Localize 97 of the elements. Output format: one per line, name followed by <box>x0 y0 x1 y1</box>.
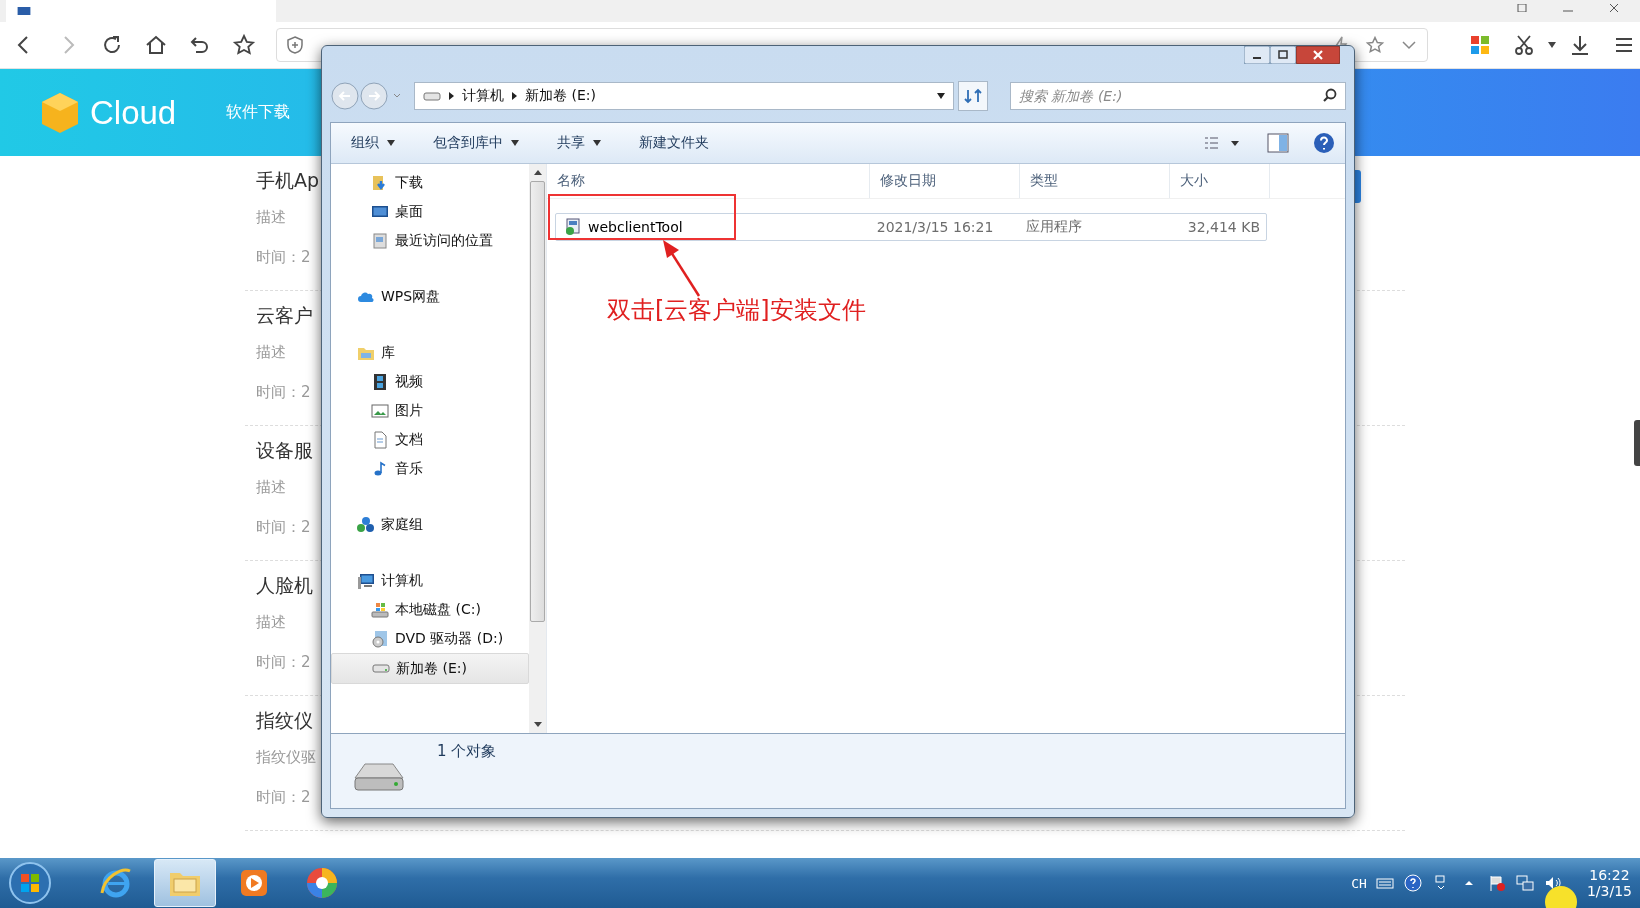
nav-item[interactable]: 库 <box>331 338 529 367</box>
help-icon[interactable] <box>1313 132 1335 154</box>
maximize-button[interactable] <box>1270 46 1296 64</box>
nav-item[interactable]: 下载 <box>331 168 529 197</box>
nav-item[interactable]: 计算机 <box>331 566 529 595</box>
close-icon[interactable] <box>1608 4 1620 12</box>
caret-icon <box>387 140 395 146</box>
logo-icon <box>40 90 80 135</box>
scroll-up-icon[interactable] <box>533 170 542 175</box>
column-header[interactable]: 大小 <box>1170 164 1270 198</box>
file-date: 2021/3/15 16:21 <box>875 219 995 235</box>
site-logo-text: Cloud <box>90 93 177 132</box>
nav-item[interactable]: 新加卷 (E:) <box>331 653 529 684</box>
column-header[interactable]: 类型 <box>1020 164 1170 198</box>
film-icon <box>371 372 389 391</box>
item-description: 指纹仪驱 <box>256 748 316 768</box>
system-drive-icon <box>371 600 389 619</box>
nav-item[interactable]: WPS网盘 <box>331 282 529 311</box>
picture-icon <box>371 401 389 420</box>
item-description: 描述 <box>256 208 286 228</box>
item-title: 指纹仪 <box>256 708 313 733</box>
item-title: 设备服 <box>256 438 313 463</box>
item-description: 描述 <box>256 613 286 633</box>
nav-item[interactable]: 本地磁盘 (C:) <box>331 595 529 624</box>
file-row[interactable]: webclientTool 2021/3/15 16:21 应用程序 32,414 KB <box>555 213 1267 241</box>
nav-item[interactable]: 桌面 <box>331 197 529 226</box>
annotation-text: 双击[云客户端]安装文件 <box>607 295 866 326</box>
homegroup-icon <box>357 515 375 534</box>
item-time: 时间：2 <box>256 518 311 537</box>
item-time: 时间：2 <box>256 248 311 267</box>
home-icon[interactable] <box>144 33 168 57</box>
breadcrumb-item[interactable]: 新加卷 (E:) <box>525 87 596 105</box>
network-icon[interactable] <box>1514 873 1535 893</box>
clock-time: 16:22 <box>1589 867 1630 883</box>
item-time: 时间：2 <box>256 788 311 807</box>
toolbar-button[interactable]: 新建文件夹 <box>629 130 719 156</box>
star-icon[interactable] <box>1365 35 1385 55</box>
scroll-handle[interactable] <box>1634 420 1640 466</box>
search-field[interactable]: 搜索 新加卷 (E:) <box>1010 82 1346 110</box>
file-size: 32,414 KB <box>1186 219 1261 235</box>
dropdown-arrow-icon[interactable] <box>937 93 945 99</box>
column-header[interactable]: 修改日期 <box>870 164 1020 198</box>
item-description: 描述 <box>256 478 286 498</box>
apps-grid-icon[interactable] <box>1468 33 1492 57</box>
help-icon[interactable] <box>1402 873 1423 893</box>
clock-date: 1/3/15 <box>1586 883 1632 899</box>
minimize-button[interactable] <box>1244 46 1270 64</box>
nav-item[interactable]: 文档 <box>331 425 529 454</box>
caret-icon <box>511 140 519 146</box>
restore-icon[interactable] <box>1516 4 1528 12</box>
nav-item[interactable]: 最近访问的位置 <box>331 226 529 255</box>
application-icon <box>564 218 582 236</box>
status-text: 1 个对象 <box>437 742 497 761</box>
column-header[interactable]: 名称 <box>547 164 870 198</box>
close-button[interactable] <box>1296 46 1340 64</box>
file-name: webclientTool <box>588 219 683 235</box>
page-icon <box>16 7 32 15</box>
breadcrumb-arrow-icon <box>512 92 517 100</box>
nav-item[interactable]: 视频 <box>331 367 529 396</box>
nav-item[interactable]: 图片 <box>331 396 529 425</box>
search-icon <box>1322 88 1338 104</box>
caret-icon <box>593 140 601 146</box>
item-title: 手机Ap <box>256 168 320 193</box>
item-description: 描述 <box>256 343 286 363</box>
nav-item[interactable]: 家庭组 <box>331 510 529 539</box>
shield-icon <box>285 35 305 55</box>
preview-pane-icon[interactable] <box>1267 132 1289 154</box>
star-icon[interactable] <box>232 33 256 57</box>
item-time: 时间：2 <box>256 383 311 402</box>
drive-icon <box>423 91 441 101</box>
toolbar-button[interactable]: 包含到库中 <box>423 130 529 156</box>
clock[interactable]: 16:22 1/3/15 <box>1570 867 1640 899</box>
address-field[interactable]: 计算机 新加卷 (E:) <box>414 82 954 110</box>
item-title: 人脸机 <box>256 573 313 598</box>
scroll-down-icon[interactable] <box>533 722 542 727</box>
document-icon <box>371 430 389 449</box>
breadcrumb-arrow-icon <box>449 92 454 100</box>
colorful-browser-icon <box>304 865 340 901</box>
scissors-icon[interactable] <box>1512 33 1536 57</box>
nav-item[interactable]: 音乐 <box>331 454 529 483</box>
caret-icon[interactable] <box>1548 42 1556 48</box>
start-orb-icon[interactable] <box>8 861 52 905</box>
file-type: 应用程序 <box>1024 218 1083 236</box>
dvd-drive-icon <box>371 629 389 648</box>
nav-item[interactable]: DVD 驱动器 (D:) <box>331 624 529 653</box>
language-indicator[interactable]: CH <box>1351 875 1367 891</box>
drive-icon <box>372 664 390 673</box>
computer-icon <box>357 571 375 590</box>
item-time: 时间：2 <box>256 653 311 672</box>
recent-places-icon <box>371 231 389 250</box>
scrollbar[interactable] <box>529 164 546 733</box>
toolbar-button[interactable]: 共享 <box>547 130 611 156</box>
refresh-icon[interactable] <box>958 81 988 111</box>
toolbar-button[interactable]: 组织 <box>341 130 405 156</box>
item-title: 云客户 <box>256 303 313 328</box>
annotation-arrow <box>663 240 701 297</box>
breadcrumb-item[interactable]: 计算机 <box>462 87 504 105</box>
